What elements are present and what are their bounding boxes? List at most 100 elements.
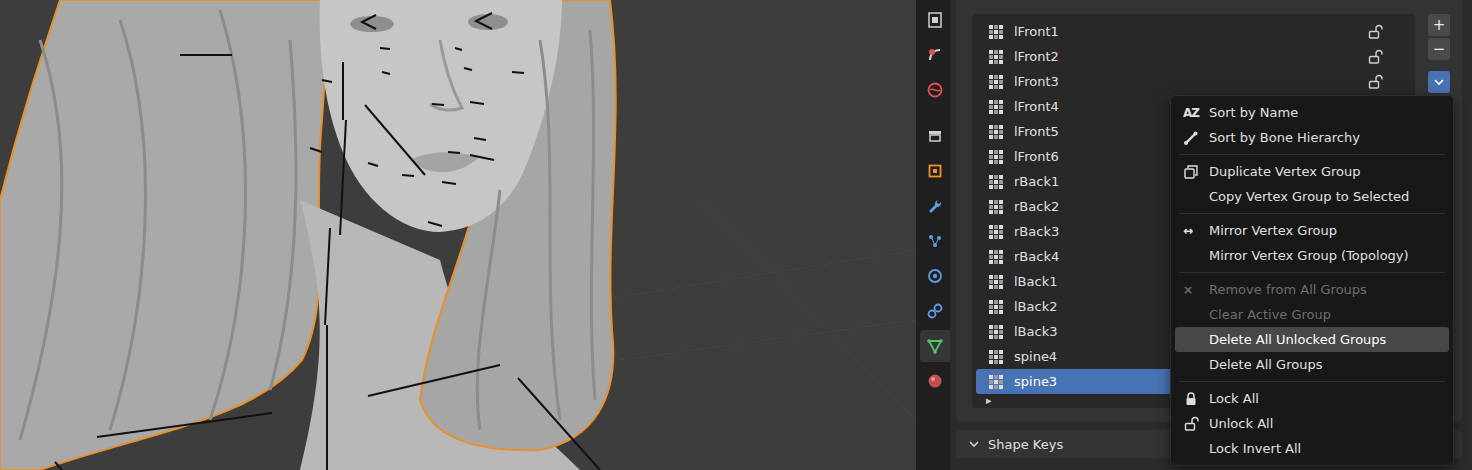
properties-tab[interactable] bbox=[920, 365, 950, 397]
menu-item-icon-slot bbox=[1183, 391, 1209, 407]
vertex-group-icon bbox=[988, 99, 1004, 115]
menu-item-label: Lock All bbox=[1209, 391, 1259, 406]
3d-viewport[interactable] bbox=[0, 0, 916, 470]
menu-item[interactable]: Lock All bbox=[1175, 386, 1449, 411]
vertex-group-icon bbox=[988, 274, 1004, 290]
particles-icon bbox=[926, 232, 944, 250]
menu-item-label: Delete All Unlocked Groups bbox=[1209, 332, 1386, 347]
menu-item[interactable]: AZ Sort by Name bbox=[1175, 100, 1449, 125]
vertex-group-icon bbox=[988, 249, 1004, 265]
vertex-group-name: spine4 bbox=[1014, 349, 1057, 364]
output-icon bbox=[926, 46, 944, 64]
vertex-group-name: spine3 bbox=[1014, 374, 1057, 389]
properties-tab[interactable] bbox=[920, 295, 950, 327]
vertex-group-specials-menu: AZ Sort by Name Sort by Bone Hierarchy D… bbox=[1170, 95, 1454, 466]
menu-item[interactable]: Mirror Vertex Group (Topology) bbox=[1175, 243, 1449, 268]
vertex-group-name: lBack2 bbox=[1014, 299, 1057, 314]
vertex-group-icon bbox=[988, 324, 1004, 340]
vertex-group-icon bbox=[988, 349, 1004, 365]
vertex-group-name: lBack1 bbox=[1014, 274, 1057, 289]
menu-item-label: Lock Invert All bbox=[1209, 441, 1301, 456]
vertex-group-name: lFront5 bbox=[1014, 124, 1059, 139]
vertex-group-name: rBack4 bbox=[1014, 249, 1059, 264]
menu-item[interactable]: × Remove from All Groups bbox=[1175, 277, 1449, 302]
sculpt-model-render bbox=[0, 0, 916, 470]
menu-item-label: Delete All Groups bbox=[1209, 357, 1322, 372]
menu-item[interactable]: ↔ Mirror Vertex Group bbox=[1175, 218, 1449, 243]
menu-item-label: Clear Active Group bbox=[1209, 307, 1331, 322]
wrench-icon bbox=[926, 197, 944, 215]
vertex-group-name: rBack2 bbox=[1014, 199, 1059, 214]
remove-vertex-group-button[interactable]: − bbox=[1428, 38, 1450, 60]
vertex-group-name: lFront3 bbox=[1014, 74, 1059, 89]
vertex-group-icon bbox=[988, 74, 1004, 90]
menu-separator bbox=[1179, 272, 1445, 273]
vertex-group-icon bbox=[988, 299, 1004, 315]
properties-tab[interactable] bbox=[920, 74, 950, 106]
image-icon bbox=[926, 11, 944, 29]
properties-tab[interactable] bbox=[920, 120, 950, 152]
vertex-group-icon bbox=[988, 199, 1004, 215]
menu-item-label: Sort by Name bbox=[1209, 105, 1298, 120]
menu-separator bbox=[1179, 213, 1445, 214]
vertex-group-specials-button[interactable] bbox=[1428, 71, 1450, 93]
vertex-group-name: rBack3 bbox=[1014, 224, 1059, 239]
properties-tab[interactable] bbox=[920, 330, 950, 362]
menu-item[interactable]: Delete All Unlocked Groups bbox=[1175, 327, 1449, 352]
properties-tab[interactable] bbox=[920, 155, 950, 187]
blender-window: lFront1 lFront2 lFront3 lFront4 lFront5 … bbox=[0, 0, 1472, 470]
properties-tab[interactable] bbox=[920, 225, 950, 257]
properties-tab-bar bbox=[916, 0, 950, 470]
vertex-group-icon bbox=[988, 24, 1004, 40]
vertex-group-row[interactable]: lFront2 bbox=[976, 44, 1411, 69]
menu-separator bbox=[1179, 154, 1445, 155]
vertex-group-icon bbox=[988, 174, 1004, 190]
lock-icon bbox=[1183, 391, 1199, 407]
vertex-group-name: rBack1 bbox=[1014, 174, 1059, 189]
vertex-group-name: lFront4 bbox=[1014, 99, 1059, 114]
unlocked-icon[interactable] bbox=[1367, 24, 1383, 40]
unlocked-icon[interactable] bbox=[1367, 74, 1383, 90]
menu-item[interactable]: Unlock All bbox=[1175, 411, 1449, 436]
unlocked-icon[interactable] bbox=[1367, 49, 1383, 65]
properties-tab[interactable] bbox=[920, 190, 950, 222]
menu-glyph-icon: ↔ bbox=[1183, 224, 1192, 238]
menu-item-label: Copy Vertex Group to Selected bbox=[1209, 189, 1409, 204]
data-icon bbox=[926, 337, 944, 355]
collection-icon bbox=[926, 127, 944, 145]
properties-tab[interactable] bbox=[920, 39, 950, 71]
vertex-group-icon bbox=[988, 49, 1004, 65]
properties-tab[interactable] bbox=[920, 260, 950, 292]
vertex-group-icon bbox=[988, 124, 1004, 140]
menu-item-icon-slot bbox=[1183, 164, 1209, 180]
menu-item-label: Duplicate Vertex Group bbox=[1209, 164, 1361, 179]
menu-glyph-icon: AZ bbox=[1183, 106, 1199, 120]
menu-item-label: Mirror Vertex Group (Topology) bbox=[1209, 248, 1409, 263]
material-icon bbox=[926, 372, 944, 390]
vertex-group-name: lBack3 bbox=[1014, 324, 1057, 339]
vertex-group-name: lFront6 bbox=[1014, 149, 1059, 164]
menu-item-icon-slot bbox=[1183, 130, 1209, 146]
menu-glyph-icon: × bbox=[1183, 283, 1192, 297]
properties-tab[interactable] bbox=[920, 4, 950, 36]
vertex-group-row[interactable]: lFront3 bbox=[976, 69, 1411, 94]
physics-icon bbox=[926, 267, 944, 285]
add-vertex-group-button[interactable]: + bbox=[1428, 14, 1450, 36]
menu-item-icon-slot: AZ bbox=[1183, 106, 1209, 120]
menu-item[interactable]: Duplicate Vertex Group bbox=[1175, 159, 1449, 184]
menu-item-label: Unlock All bbox=[1209, 416, 1273, 431]
menu-item[interactable]: Delete All Groups bbox=[1175, 352, 1449, 377]
unlock-icon bbox=[1183, 416, 1199, 432]
vertex-group-icon bbox=[988, 149, 1004, 165]
chevron-down-icon bbox=[968, 438, 980, 450]
menu-item-icon-slot: × bbox=[1183, 283, 1209, 297]
menu-item[interactable]: Clear Active Group bbox=[1175, 302, 1449, 327]
vertex-group-row[interactable]: lFront1 bbox=[976, 19, 1411, 44]
vertex-group-icon bbox=[988, 374, 1004, 390]
menu-item[interactable]: Copy Vertex Group to Selected bbox=[1175, 184, 1449, 209]
vertex-group-name: lFront2 bbox=[1014, 49, 1059, 64]
menu-item[interactable]: Sort by Bone Hierarchy bbox=[1175, 125, 1449, 150]
menu-item[interactable]: Lock Invert All bbox=[1175, 436, 1449, 461]
constraint-icon bbox=[926, 302, 944, 320]
vertex-group-icon bbox=[988, 224, 1004, 240]
